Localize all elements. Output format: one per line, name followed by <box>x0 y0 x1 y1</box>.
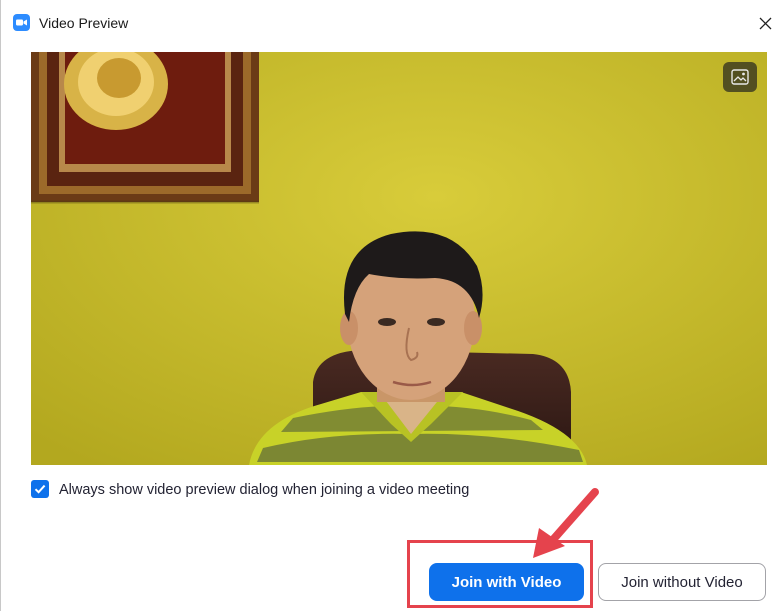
window-title: Video Preview <box>39 15 129 31</box>
zoom-logo-icon <box>13 14 30 31</box>
video-preview-window: Video Preview Always show video preview … <box>0 0 773 611</box>
background-toggle-button[interactable] <box>723 62 757 92</box>
checkmark-icon <box>34 484 46 494</box>
always-show-preview-checkbox[interactable] <box>31 480 49 498</box>
join-without-video-button[interactable]: Join without Video <box>598 563 766 601</box>
title-bar: Video Preview <box>1 0 773 44</box>
close-button[interactable] <box>755 12 773 34</box>
camera-feed-image <box>31 52 767 465</box>
always-show-preview-label: Always show video preview dialog when jo… <box>59 482 470 498</box>
video-preview <box>31 52 767 465</box>
close-icon <box>759 17 772 30</box>
join-with-video-button[interactable]: Join with Video <box>429 563 584 601</box>
image-icon <box>731 69 749 85</box>
